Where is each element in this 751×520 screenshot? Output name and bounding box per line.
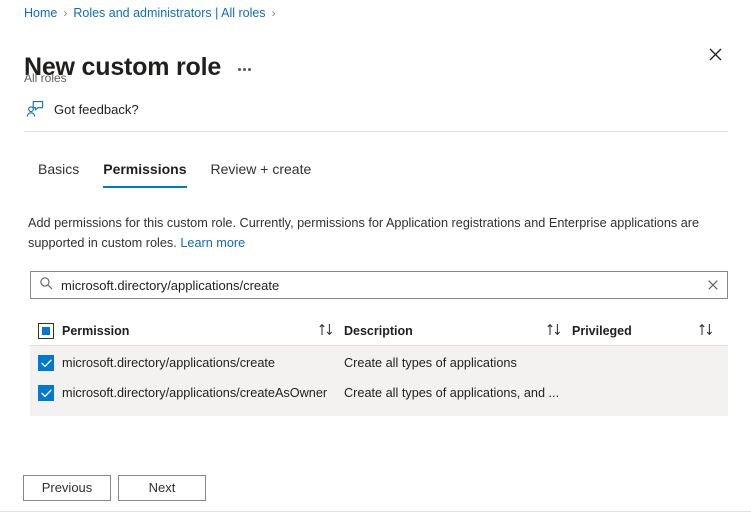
custom-role-blade: Home › Roles and administrators | All ro… [0, 0, 751, 520]
column-header-permission-label: Permission [62, 323, 130, 338]
row-select-cell [30, 355, 62, 371]
search-icon [39, 276, 53, 295]
breadcrumb-separator-icon: › [63, 6, 68, 20]
table-body: microsoft.directory/applications/create … [30, 346, 728, 416]
sort-ascending-descending-icon[interactable] [698, 323, 714, 339]
column-header-privileged[interactable]: Privileged [572, 323, 722, 339]
tab-review-create[interactable]: Review + create [199, 155, 324, 188]
row-description: Create all types of applications [344, 356, 517, 370]
tab-permissions[interactable]: Permissions [91, 155, 198, 188]
tab-basics-label: Basics [38, 161, 80, 177]
breadcrumb-separator-icon: › [271, 6, 276, 20]
learn-more-link[interactable]: Learn more [180, 236, 245, 250]
more-dot [243, 68, 246, 71]
tab-permissions-label: Permissions [103, 161, 187, 177]
feedback-person-icon [26, 100, 45, 119]
column-header-description-label: Description [344, 323, 413, 338]
header-divider [24, 131, 728, 132]
next-button[interactable]: Next [118, 475, 206, 501]
title-row: New custom role [24, 34, 254, 100]
breadcrumb-item-home[interactable]: Home [24, 5, 57, 21]
indeterminate-mark [42, 326, 50, 335]
row-checkbox[interactable] [38, 355, 54, 371]
row-permission: microsoft.directory/applications/createA… [62, 386, 328, 400]
breadcrumb: Home › Roles and administrators | All ro… [24, 5, 276, 21]
more-dot [248, 68, 251, 71]
table-row[interactable]: microsoft.directory/applications/createA… [30, 378, 728, 408]
search-input[interactable] [53, 272, 699, 298]
tab-review-create-label: Review + create [210, 161, 312, 177]
sort-ascending-descending-icon[interactable] [318, 323, 334, 339]
more-dot [238, 68, 241, 71]
wizard-footer: Previous Next [23, 475, 206, 501]
tab-list: Basics Permissions Review + create [26, 155, 323, 188]
clear-search-icon[interactable] [699, 272, 727, 298]
column-header-description[interactable]: Description [344, 323, 572, 339]
permissions-description-text: Add permissions for this custom role. Cu… [28, 215, 700, 250]
row-checkbox[interactable] [38, 385, 54, 401]
select-all-checkbox[interactable] [38, 322, 54, 339]
breadcrumb-item-roles-and-administrators[interactable]: Roles and administrators | All roles [73, 5, 265, 21]
sort-ascending-descending-icon[interactable] [546, 323, 562, 339]
got-feedback-label: Got feedback? [54, 101, 139, 117]
background-pane-clipped [0, 511, 751, 520]
tab-basics[interactable]: Basics [26, 155, 91, 188]
row-select-cell [30, 385, 62, 401]
got-feedback-button[interactable]: Got feedback? [26, 100, 139, 119]
column-header-privileged-label: Privileged [572, 323, 632, 338]
search-box[interactable] [30, 271, 728, 299]
row-description: Create all types of applications, and ..… [344, 386, 560, 400]
close-icon[interactable] [702, 41, 728, 67]
table-row[interactable]: microsoft.directory/applications/create … [30, 348, 728, 378]
permissions-table: Permission Description Privileged micros… [30, 316, 728, 416]
table-header-row: Permission Description Privileged [30, 316, 728, 346]
row-permission: microsoft.directory/applications/create [62, 356, 275, 370]
permissions-description: Add permissions for this custom role. Cu… [28, 213, 722, 253]
column-header-permission[interactable]: Permission [62, 323, 344, 339]
select-all-cell [30, 322, 62, 339]
page-subtitle: All roles [24, 71, 67, 85]
previous-button[interactable]: Previous [23, 475, 111, 501]
more-options-icon[interactable] [235, 57, 254, 77]
